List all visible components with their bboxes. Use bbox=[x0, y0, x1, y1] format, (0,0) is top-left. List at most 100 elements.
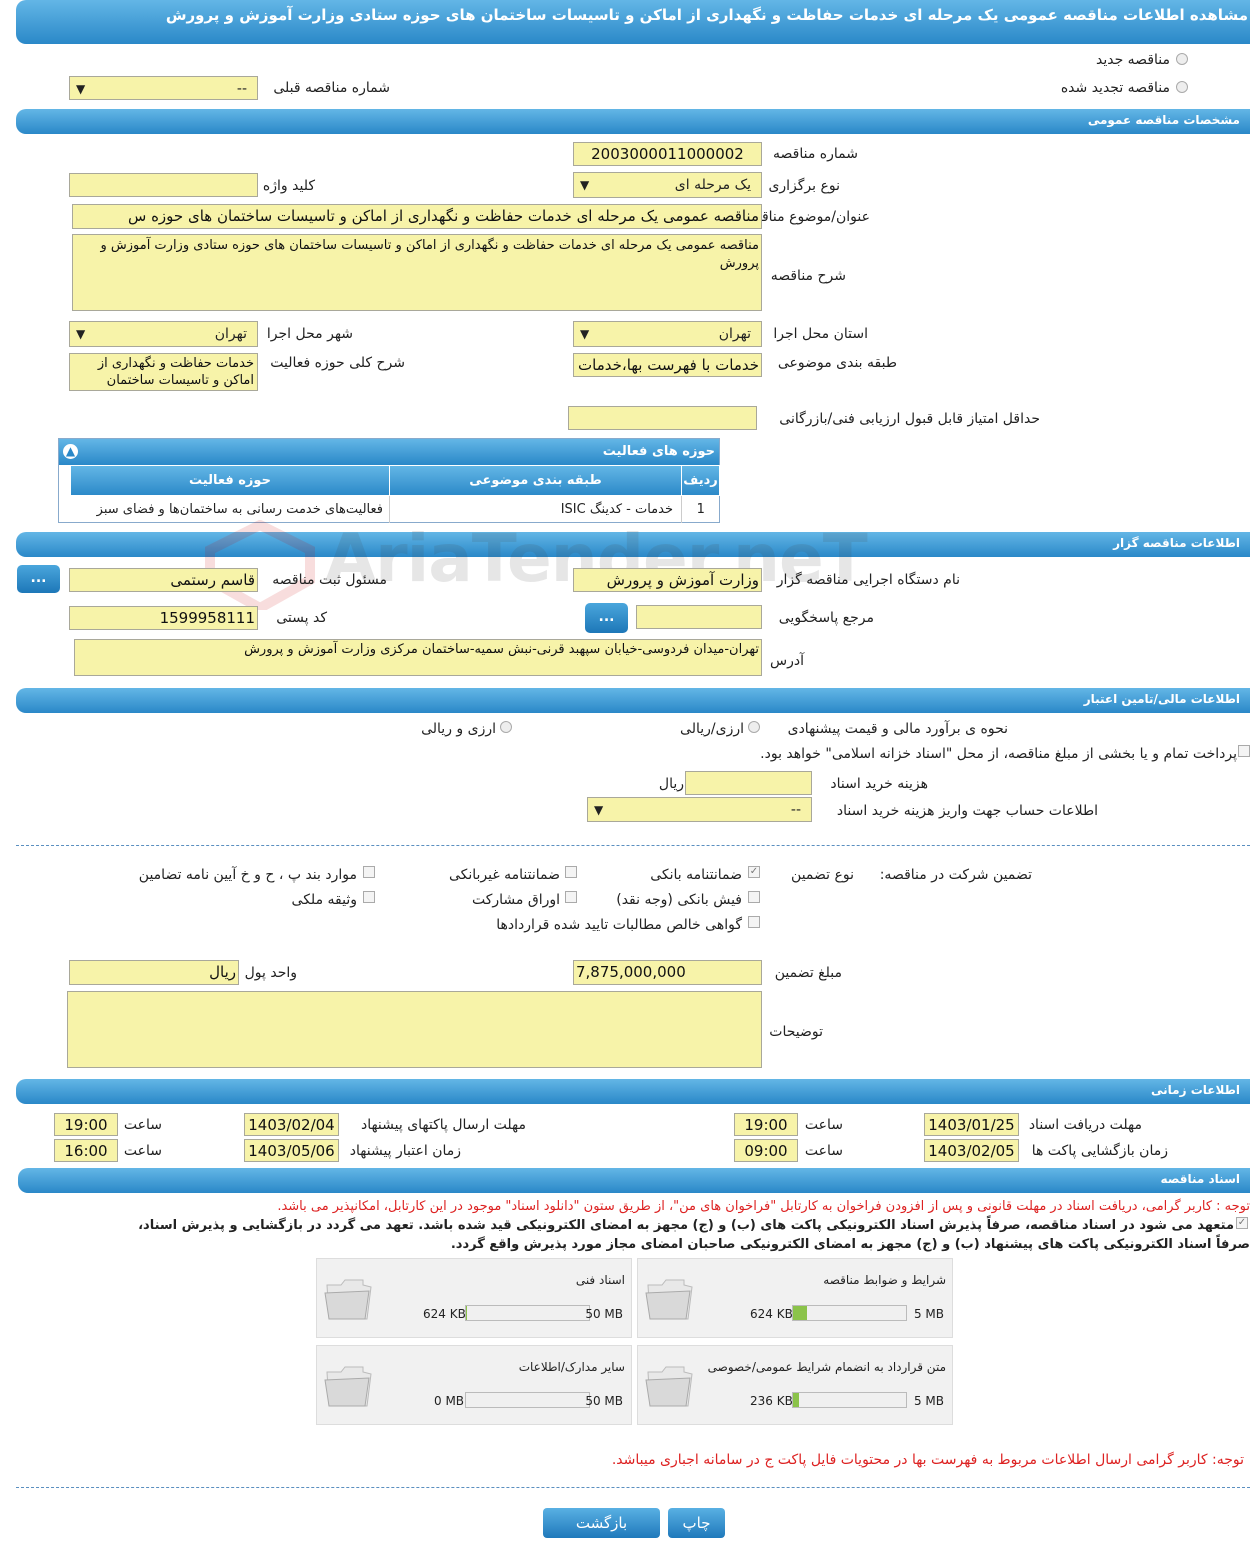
bank-guarantee-checkbox[interactable]: ✓ bbox=[748, 866, 760, 878]
file-size: 624 KB bbox=[750, 1307, 793, 1321]
organizer-section-title: اطلاعات مناقصه گزار bbox=[1113, 536, 1240, 550]
new-tender-label: مناقصه جدید bbox=[1095, 52, 1170, 68]
open-date: 1403/02/05 bbox=[924, 1139, 1019, 1162]
description-field: مناقصه عمومی یک مرحله ای خدمات حفاظت و ن… bbox=[72, 234, 762, 311]
price-list-note: توجه: کاربر گرامی ارسال اطلاعات مربوط به… bbox=[611, 1452, 1244, 1468]
claims-checkbox[interactable] bbox=[748, 916, 760, 928]
finance-section-bar: اطلاعات مالی/تامین اعتبار bbox=[16, 688, 1250, 713]
finance-section-title: اطلاعات مالی/تامین اعتبار bbox=[1083, 692, 1240, 706]
folder-icon bbox=[645, 1366, 693, 1407]
reference-lookup-button[interactable]: ... bbox=[585, 603, 628, 633]
table-header-row: ردیف طبقه بندی موضوعی حوزه فعالیت bbox=[70, 465, 720, 496]
notes-label: توضیحات bbox=[769, 1024, 823, 1040]
org-label: نام دستگاه اجرایی مناقصه گزار bbox=[776, 572, 960, 588]
property-checkbox[interactable] bbox=[363, 891, 375, 903]
account-value: -- bbox=[790, 802, 801, 818]
file-progress-bar bbox=[792, 1392, 907, 1408]
file-size: 624 KB bbox=[423, 1307, 466, 1321]
postal-label: کد پستی bbox=[276, 610, 327, 626]
renewed-tender-label: مناقصه تجدید شده bbox=[1060, 80, 1170, 96]
send-label: مهلت ارسال پاکتهای پیشنهاد bbox=[360, 1117, 526, 1133]
file-progress-fill bbox=[793, 1306, 807, 1320]
doc-receive-time: 19:00 bbox=[734, 1113, 798, 1136]
prev-number-select[interactable]: -- ▼ bbox=[69, 76, 258, 100]
activities-table: ردیف طبقه بندی موضوعی حوزه فعالیت 1 خدما… bbox=[70, 465, 720, 523]
org-field: وزارت آموزش و پرورش bbox=[573, 568, 762, 592]
commitment-text-1: متعهد می شود در اسناد مناقصه، صرفاً پذیر… bbox=[138, 1218, 1234, 1233]
doc-receive-label: مهلت دریافت اسناد bbox=[1028, 1117, 1142, 1133]
address-label: آدرس bbox=[770, 653, 804, 669]
chevron-down-icon: ▼ bbox=[76, 82, 86, 96]
back-button[interactable]: بازگشت bbox=[543, 1508, 660, 1538]
chevron-down-icon: ▼ bbox=[594, 803, 604, 817]
docs-section-title: اسناد مناقصه bbox=[1160, 1172, 1240, 1186]
file-progress-fill bbox=[793, 1393, 799, 1407]
min-score-field bbox=[568, 406, 757, 430]
file-tile[interactable]: متن قرارداد به انضمام شرایط عمومی/خصوصی … bbox=[637, 1345, 953, 1425]
file-max-size: 50 MB bbox=[585, 1394, 623, 1408]
responsible-lookup-button[interactable]: ... bbox=[17, 565, 60, 593]
row-number: 1 bbox=[681, 495, 720, 523]
bonds-label: اوراق مشارکت bbox=[471, 892, 560, 908]
city-select[interactable]: تهران ▼ bbox=[69, 321, 258, 347]
file-name: شرایط و ضوابط مناقصه bbox=[823, 1273, 946, 1287]
tender-type-value: یک مرحله ای bbox=[674, 177, 751, 193]
docs-note: توجه : کاربر گرامی، دریافت اسناد در مهلت… bbox=[277, 1199, 1250, 1214]
keyword-field[interactable] bbox=[69, 173, 258, 197]
timing-section-title: اطلاعات زمانی bbox=[1151, 1083, 1240, 1097]
general-section-bar: مشخصات مناقصه عمومی bbox=[16, 109, 1250, 134]
category-label: طبقه بندی موضوعی bbox=[777, 355, 897, 371]
file-tile[interactable]: سایر مدارک/اطلاعات 0 MB 50 MB bbox=[316, 1345, 632, 1425]
new-tender-radio[interactable] bbox=[1176, 53, 1188, 65]
chevron-down-icon: ▼ bbox=[580, 327, 590, 341]
time-label: ساعت bbox=[804, 1117, 843, 1133]
guarantee-type-label: نوع تضمین bbox=[791, 867, 854, 883]
file-name: متن قرارداد به انضمام شرایط عمومی/خصوصی bbox=[707, 1360, 946, 1374]
renewed-tender-radio[interactable] bbox=[1176, 81, 1188, 93]
treasury-label: پرداخت تمام و یا بخشی از مبلغ مناقصه، از… bbox=[760, 746, 1237, 762]
file-size: 0 MB bbox=[434, 1394, 465, 1408]
bonds-checkbox[interactable] bbox=[565, 891, 577, 903]
collapse-icon[interactable]: ▲ bbox=[63, 444, 78, 459]
activity-desc-field: خدمات حفاظت و نگهداری از اماکن و تاسیسات… bbox=[69, 353, 258, 391]
commitment-text-2: صرفاً اسناد الکترونیکی پاکت های پیشنهاد … bbox=[450, 1237, 1250, 1252]
page-title-bar: مشاهده اطلاعات مناقصه عمومی یک مرحله ای … bbox=[16, 0, 1250, 44]
activities-title: حوزه های فعالیت bbox=[602, 444, 715, 459]
tender-type-select[interactable]: یک مرحله ای ▼ bbox=[573, 172, 762, 198]
chevron-down-icon: ▼ bbox=[76, 327, 86, 341]
file-tile[interactable]: شرایط و ضوابط مناقصه 624 KB 5 MB bbox=[637, 1258, 953, 1338]
file-tile[interactable]: اسناد فنی 624 KB 50 MB bbox=[316, 1258, 632, 1338]
send-time: 19:00 bbox=[54, 1113, 118, 1136]
cash-label: فیش بانکی (وجه نقد) bbox=[616, 892, 742, 908]
time-label: ساعت bbox=[123, 1143, 162, 1159]
print-button[interactable]: چاپ bbox=[668, 1508, 725, 1538]
province-label: استان محل اجرا bbox=[773, 326, 868, 342]
file-name: سایر مدارک/اطلاعات bbox=[518, 1360, 625, 1374]
prev-number-label: شماره مناقصه قبلی bbox=[273, 80, 390, 96]
account-select[interactable]: -- ▼ bbox=[587, 797, 812, 822]
commitment-checkbox[interactable]: ✓ bbox=[1236, 1217, 1248, 1229]
account-label: اطلاعات حساب جهت واریز هزینه خرید اسناد bbox=[836, 803, 1098, 819]
currency-field: ریال bbox=[69, 960, 239, 985]
doc-cost-field bbox=[685, 771, 812, 795]
reference-label: مرجع پاسخگویی bbox=[778, 610, 874, 626]
col-header: طبقه بندی موضوعی bbox=[389, 465, 682, 496]
file-progress-bar bbox=[465, 1305, 590, 1321]
file-name: اسناد فنی bbox=[575, 1273, 625, 1287]
prev-number-value: -- bbox=[236, 81, 247, 97]
time-label: ساعت bbox=[804, 1143, 843, 1159]
claims-label: گواهی خالص مطالبات تایید شده قراردادها bbox=[496, 917, 742, 933]
open-time: 09:00 bbox=[734, 1139, 798, 1162]
regulation-items-checkbox[interactable] bbox=[363, 866, 375, 878]
guarantee-label: تضمین شرکت در مناقصه: bbox=[879, 867, 1032, 883]
province-select[interactable]: تهران ▼ bbox=[573, 321, 762, 347]
nonbank-guarantee-checkbox[interactable] bbox=[565, 866, 577, 878]
city-value: تهران bbox=[214, 326, 247, 342]
cash-checkbox[interactable] bbox=[748, 891, 760, 903]
folder-icon bbox=[645, 1279, 693, 1320]
docs-section-bar: اسناد مناقصه bbox=[18, 1168, 1250, 1193]
tender-number-label: شماره مناقصه bbox=[773, 146, 858, 162]
treasury-checkbox[interactable] bbox=[1238, 745, 1250, 757]
fx-radio[interactable] bbox=[500, 721, 512, 733]
rial-radio[interactable] bbox=[748, 721, 760, 733]
